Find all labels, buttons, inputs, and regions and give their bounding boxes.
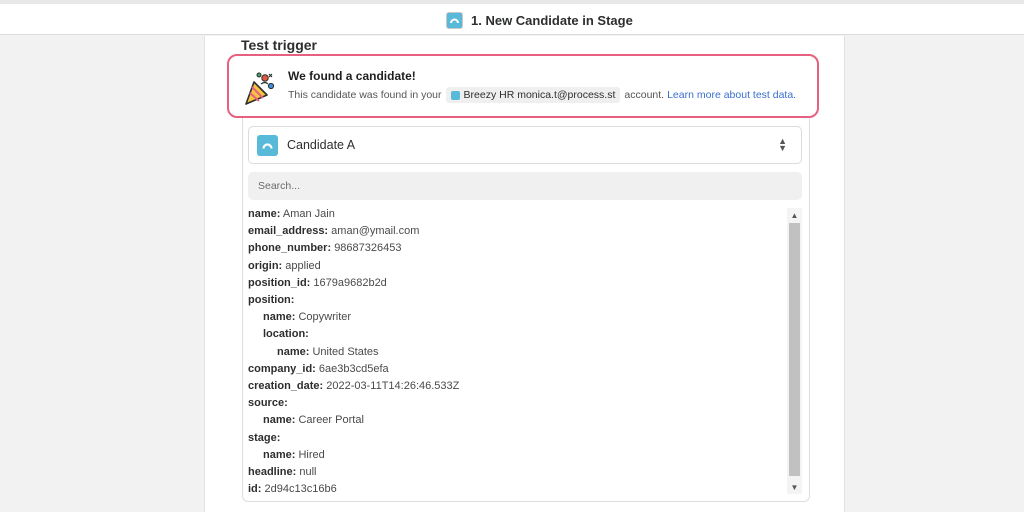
candidate-fields: name: Aman Jain email_address: aman@ymail…	[248, 206, 786, 496]
field-value: Copywriter	[298, 311, 352, 324]
field-key: name:	[248, 208, 281, 220]
search-input[interactable]	[248, 172, 802, 200]
field-row: stage:	[248, 430, 786, 447]
field-row: position:	[248, 292, 786, 309]
notice-suffix: account.	[624, 89, 665, 101]
field-key: location:	[263, 328, 309, 341]
field-key: name:	[277, 345, 310, 358]
field-row: id: 2d94c13c16b6	[248, 481, 786, 496]
field-key: origin:	[248, 259, 283, 272]
breezy-hr-icon	[450, 90, 460, 100]
field-value: applied	[285, 259, 321, 272]
account-label: Breezy HR monica.t@process.st	[463, 89, 616, 101]
field-key: position:	[248, 294, 295, 307]
field-value: 6ae3b3cd5efa	[318, 362, 389, 375]
field-value: Career Portal	[298, 414, 364, 427]
field-value: null	[299, 466, 317, 479]
field-row: origin: applied	[248, 258, 786, 275]
field-row: name: Career Portal	[248, 412, 786, 429]
test-trigger-panel: Test trigger We found a candidate! This …	[204, 36, 845, 512]
field-row: phone_number: 98687326453	[248, 240, 786, 257]
section-title: Test trigger	[241, 37, 317, 53]
selected-candidate: Candidate A	[287, 138, 356, 152]
field-row: location:	[248, 326, 786, 343]
field-key: company_id:	[248, 362, 316, 375]
notice-title: We found a candidate!	[288, 69, 416, 83]
field-row: name: United States	[248, 344, 786, 361]
field-value: aman@ymail.com	[331, 225, 420, 238]
step-header[interactable]: 1. New Candidate in Stage	[446, 9, 633, 31]
account-chip: Breezy HR monica.t@process.st	[445, 87, 621, 103]
field-row: name: Aman Jain	[248, 206, 786, 223]
top-bar: 1. New Candidate in Stage	[0, 0, 1024, 35]
field-value: 2d94c13c16b6	[264, 483, 337, 496]
notice-text: This candidate was found in your Breezy …	[288, 87, 796, 103]
field-row: company_id: 6ae3b3cd5efa	[248, 361, 786, 378]
field-value: 2022-03-11T14:26:46.533Z	[326, 380, 460, 393]
field-value: 98687326453	[334, 242, 402, 255]
scroll-down-icon[interactable]: ▼	[787, 480, 802, 494]
scroll-thumb[interactable]	[789, 223, 800, 476]
field-key: creation_date:	[248, 380, 324, 393]
breezy-hr-icon	[257, 134, 278, 156]
field-value: United States	[312, 345, 379, 358]
field-key: id:	[248, 483, 262, 496]
field-row: source:	[248, 395, 786, 412]
learn-more-link[interactable]: Learn more about test data.	[667, 89, 796, 101]
field-key: name:	[263, 311, 296, 324]
field-key: source:	[248, 397, 288, 410]
field-key: name:	[263, 448, 296, 461]
field-key: name:	[263, 414, 296, 427]
field-row: name: Copywriter	[248, 309, 786, 326]
field-value: Hired	[298, 448, 325, 461]
step-title: 1. New Candidate in Stage	[471, 12, 633, 28]
field-key: email_address:	[248, 225, 329, 238]
scroll-up-icon[interactable]: ▲	[787, 208, 802, 222]
field-value: Aman Jain	[282, 208, 335, 220]
field-row: email_address: aman@ymail.com	[248, 223, 786, 240]
field-key: headline:	[248, 466, 297, 479]
candidate-found-notice: We found a candidate! This candidate was…	[227, 54, 819, 118]
breezy-hr-icon	[446, 11, 463, 29]
field-key: phone_number:	[248, 242, 332, 255]
party-popper-icon	[245, 72, 275, 105]
notice-prefix: This candidate was found in your	[288, 89, 442, 101]
field-row: headline: null	[248, 464, 786, 481]
field-value: 1679a9682b2d	[313, 276, 387, 289]
field-key: stage:	[248, 431, 281, 444]
field-key: position_id:	[248, 276, 311, 289]
field-row: name: Hired	[248, 447, 786, 464]
field-row: creation_date: 2022-03-11T14:26:46.533Z	[248, 378, 786, 395]
field-row: position_id: 1679a9682b2d	[248, 275, 786, 292]
sort-arrows-icon: ▲ ▼	[778, 136, 787, 153]
candidate-selector[interactable]: Candidate A ▲ ▼	[248, 126, 802, 164]
fields-scrollbar[interactable]: ▲ ▼	[787, 208, 802, 494]
